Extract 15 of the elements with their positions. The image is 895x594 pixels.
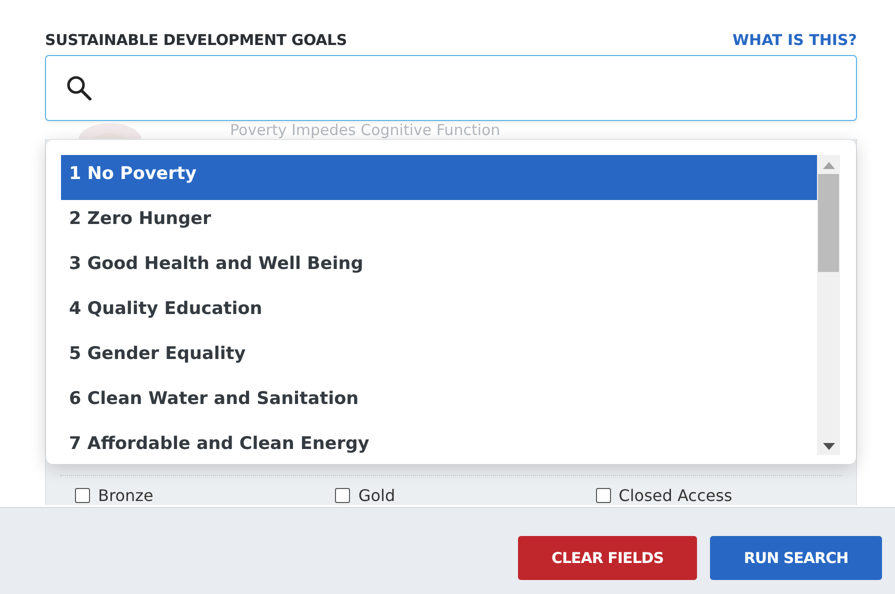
checkbox-label: Gold — [358, 486, 396, 505]
checkbox-label: Closed Access — [618, 486, 732, 505]
checkbox-label: Bronze — [98, 486, 154, 505]
clear-button[interactable]: CLEAR FIELDS — [518, 536, 697, 580]
dropdown-option[interactable]: 2 Zero Hunger — [61, 200, 817, 245]
search-button[interactable]: RUN SEARCH — [710, 536, 882, 580]
dropdown-option[interactable]: 3 Good Health and Well Being — [61, 245, 817, 290]
field-label: SUSTAINABLE DEVELOPMENT GOALS — [45, 31, 348, 49]
article-title: Poverty Impedes Cognitive Function — [230, 121, 500, 139]
dropdown-option[interactable]: 6 Clean Water and Sanitation — [61, 380, 817, 425]
help-link[interactable]: WHAT IS THIS? — [732, 31, 857, 49]
dropdown-option[interactable]: 7 Affordable and Clean Energy — [61, 425, 817, 455]
dropdown-option[interactable]: 5 Gender Equality — [61, 335, 817, 380]
dropdown-option[interactable]: 4 Quality Education — [61, 290, 817, 335]
dropdown-option[interactable]: 1 No Poverty — [61, 155, 817, 200]
